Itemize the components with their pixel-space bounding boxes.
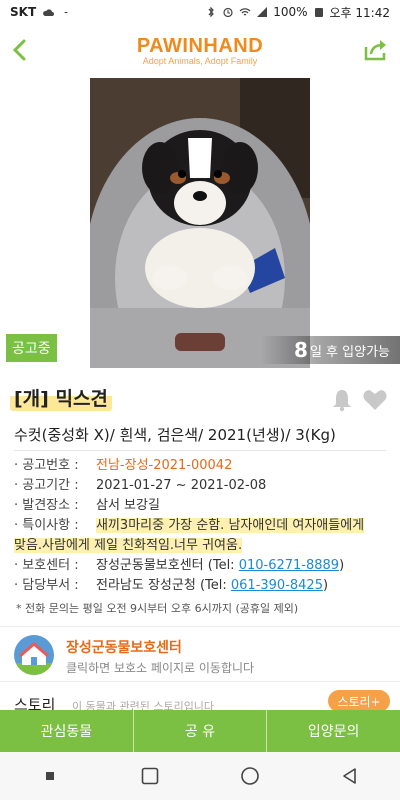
- animal-title: [개] 믹스견: [10, 384, 112, 411]
- center-value: 장성군동물보호센터 (Tel: 010-6271-8889): [96, 556, 400, 576]
- center-label: · 보호센터 :: [14, 558, 79, 573]
- interest-button[interactable]: 관심동물: [0, 710, 134, 752]
- battery-percent: 100%: [273, 5, 308, 19]
- overview-button[interactable]: [130, 756, 170, 796]
- info-row-special-cont: 맞음.사람에게 제일 친화적임.너무 귀여움.: [14, 536, 400, 556]
- share-icon: [364, 40, 386, 61]
- share-action-button[interactable]: 공 유: [134, 710, 268, 752]
- period-value: 2021-01-27 ~ 2021-02-08: [96, 478, 267, 493]
- logo-title: PAWINHAND: [136, 34, 264, 57]
- status-bar: SKT 100% 오후 11:42: [0, 0, 400, 24]
- clock: 오후 11:42: [329, 5, 390, 20]
- info-row-special: · 특이사항 : 새끼3마리중 가장 순함. 남자애인데 여자애들에게: [14, 516, 400, 536]
- contact-note: * 전화 문의는 평일 오전 9시부터 오후 6시까지 (공휴일 제외): [16, 602, 299, 615]
- adopt-countdown: 8 일 후 입양가능: [260, 336, 400, 364]
- adopt-suffix: 일 후 입양가능: [309, 344, 390, 360]
- heart-icon: [363, 390, 387, 410]
- found-label: · 발견장소 :: [14, 498, 79, 513]
- adopt-days: 8: [294, 338, 308, 362]
- logo-subtitle: Adopt Animals, Adopt Family: [142, 55, 258, 66]
- dept-name: 전라남도 장성군청 (Tel:: [96, 578, 231, 593]
- shelter-name: 장성군동물보호센터: [66, 640, 182, 656]
- story-add-button[interactable]: 스토리+: [328, 690, 390, 712]
- home-circle-icon: [241, 767, 259, 785]
- special-line-2: 맞음.사람에게 제일 친화적임.너무 귀여움.: [14, 538, 243, 553]
- app-bar: PAWINHAND Adopt Animals, Adopt Family: [0, 24, 400, 76]
- alarm-icon: [223, 7, 233, 17]
- dept-close: ): [322, 578, 329, 593]
- photo-area: 공고중 8 일 후 입양가능: [0, 76, 400, 368]
- shelter-sub: 클릭하면 보호소 페이지로 이동합니다: [66, 661, 255, 675]
- back-button[interactable]: [4, 34, 36, 66]
- lightning-icon: [62, 7, 71, 17]
- favorite-button[interactable]: [362, 388, 388, 412]
- info-row-notice: · 공고번호 : 전남-장성-2021-00042: [14, 456, 400, 476]
- signal-icon: [257, 7, 268, 17]
- notify-button[interactable]: [330, 388, 354, 412]
- title-row: [개] 믹스견: [0, 378, 400, 418]
- notice-no-label: · 공고번호 :: [14, 458, 79, 473]
- recent-apps-icon: [46, 772, 54, 780]
- dept-tel-link[interactable]: 061-390-8425: [231, 578, 323, 593]
- found-value: 삼서 보강길: [96, 498, 160, 513]
- center-close: ): [339, 558, 345, 573]
- animal-photo[interactable]: [90, 78, 310, 368]
- center-tel-link[interactable]: 010-6271-8889: [239, 558, 339, 573]
- share-button[interactable]: [360, 34, 392, 66]
- info-row-period: · 공고기간 : 2021-01-27 ~ 2021-02-08: [14, 476, 400, 496]
- info-list: · 공고번호 : 전남-장성-2021-00042 · 공고기간 : 2021-…: [14, 456, 400, 596]
- shelter-house-icon: [14, 635, 54, 675]
- special-value-cont: 맞음.사람에게 제일 친화적임.너무 귀여움.: [14, 536, 400, 556]
- chevron-left-icon: [12, 39, 26, 61]
- back-nav-button[interactable]: [330, 756, 370, 796]
- battery-icon: [314, 8, 323, 17]
- status-badge: 공고중: [6, 334, 57, 362]
- bell-icon: [333, 390, 351, 412]
- special-label: · 특이사항 :: [14, 518, 79, 533]
- carrier-label: SKT: [10, 5, 37, 19]
- bottom-action-bar: 관심동물 공 유 입양문의: [0, 710, 400, 752]
- cloud-icon: [43, 9, 55, 16]
- dept-label: · 담당부서 :: [14, 578, 79, 593]
- app-logo: PAWINHAND Adopt Animals, Adopt Family: [137, 35, 263, 66]
- back-triangle-icon: [343, 768, 356, 784]
- info-row-found: · 발견장소 : 삼서 보강길: [14, 496, 400, 516]
- period-label: · 공고기간 :: [14, 478, 79, 493]
- puppy-image: [90, 78, 310, 368]
- system-nav-bar: [0, 752, 400, 800]
- divider: [14, 450, 386, 451]
- special-value: 새끼3마리중 가장 순함. 남자애인데 여자애들에게: [96, 516, 400, 536]
- special-line-1: 새끼3마리중 가장 순함. 남자애인데 여자애들에게: [96, 518, 365, 533]
- dept-value: 전라남도 장성군청 (Tel: 061-390-8425): [96, 576, 400, 596]
- inquiry-button[interactable]: 입양문의: [267, 710, 400, 752]
- shelter-link[interactable]: 장성군동물보호센터 클릭하면 보호소 페이지로 이동합니다: [0, 626, 400, 682]
- info-row-center: · 보호센터 : 장성군동물보호센터 (Tel: 010-6271-8889): [14, 556, 400, 576]
- info-row-dept: · 담당부서 : 전라남도 장성군청 (Tel: 061-390-8425): [14, 576, 400, 596]
- center-name: 장성군동물보호센터 (Tel:: [96, 558, 239, 573]
- square-icon: [141, 767, 159, 785]
- wifi-icon: [239, 8, 251, 16]
- notice-no-value: 전남-장성-2021-00042: [96, 458, 233, 473]
- bluetooth-icon: [208, 7, 215, 17]
- home-button[interactable]: [230, 756, 270, 796]
- recent-apps-button[interactable]: [30, 756, 70, 796]
- animal-summary: 수컷(중성화 X)/ 흰색, 검은색/ 2021(년생)/ 3(Kg): [14, 426, 336, 444]
